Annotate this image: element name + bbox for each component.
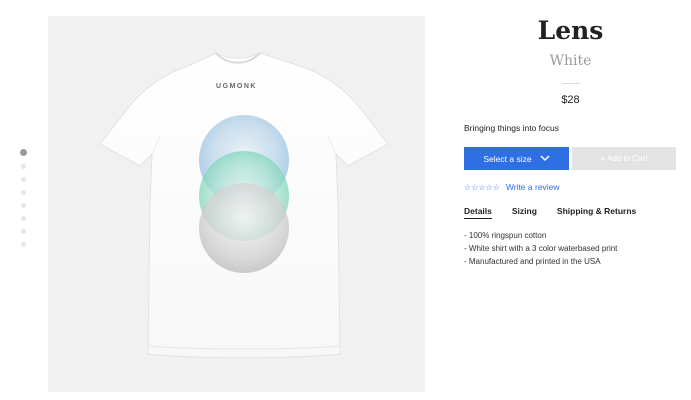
product-tagline: Bringing things into focus <box>464 123 559 133</box>
list-item: White shirt with a 3 color waterbased pr… <box>464 242 618 255</box>
product-image[interactable]: UGMONK <box>48 16 425 392</box>
details-list: 100% ringspun cotton White shirt with a … <box>464 229 618 268</box>
carousel-dot-7[interactable] <box>21 229 26 234</box>
list-item: 100% ringspun cotton <box>464 229 617 242</box>
select-size-button[interactable]: Select a size <box>464 147 569 170</box>
chevron-down-icon <box>540 154 550 164</box>
image-carousel-dots <box>20 149 28 255</box>
tab-shipping-returns[interactable]: Shipping & Returns <box>557 206 636 219</box>
write-review-link[interactable]: Write a review <box>506 182 560 192</box>
carousel-dot-2[interactable] <box>21 164 26 169</box>
tab-sizing[interactable]: Sizing <box>512 206 537 219</box>
product-tabs: Details Sizing Shipping & Returns <box>464 206 636 219</box>
shirt-brand-tag: UGMONK <box>216 83 257 90</box>
carousel-dot-4[interactable] <box>21 190 26 195</box>
tab-details[interactable]: Details <box>464 206 492 219</box>
select-size-label: Select a size <box>483 153 532 164</box>
carousel-dot-6[interactable] <box>21 216 26 221</box>
carousel-dot-1[interactable] <box>20 149 27 156</box>
carousel-dot-5[interactable] <box>21 203 26 208</box>
star-rating-icon: ☆☆☆☆☆ <box>464 182 500 192</box>
divider <box>562 83 580 84</box>
product-price: $28 <box>561 94 580 106</box>
list-item: Manufactured and printed in the USA <box>464 255 617 268</box>
carousel-dot-8[interactable] <box>21 242 26 247</box>
carousel-dot-3[interactable] <box>21 177 26 182</box>
product-color: White <box>549 53 592 69</box>
tshirt-illustration <box>99 52 389 359</box>
product-title: Lens <box>537 16 604 45</box>
add-to-cart-button[interactable]: + Add to Cart <box>572 147 676 170</box>
review-row: ☆☆☆☆☆ Write a review <box>464 182 560 192</box>
